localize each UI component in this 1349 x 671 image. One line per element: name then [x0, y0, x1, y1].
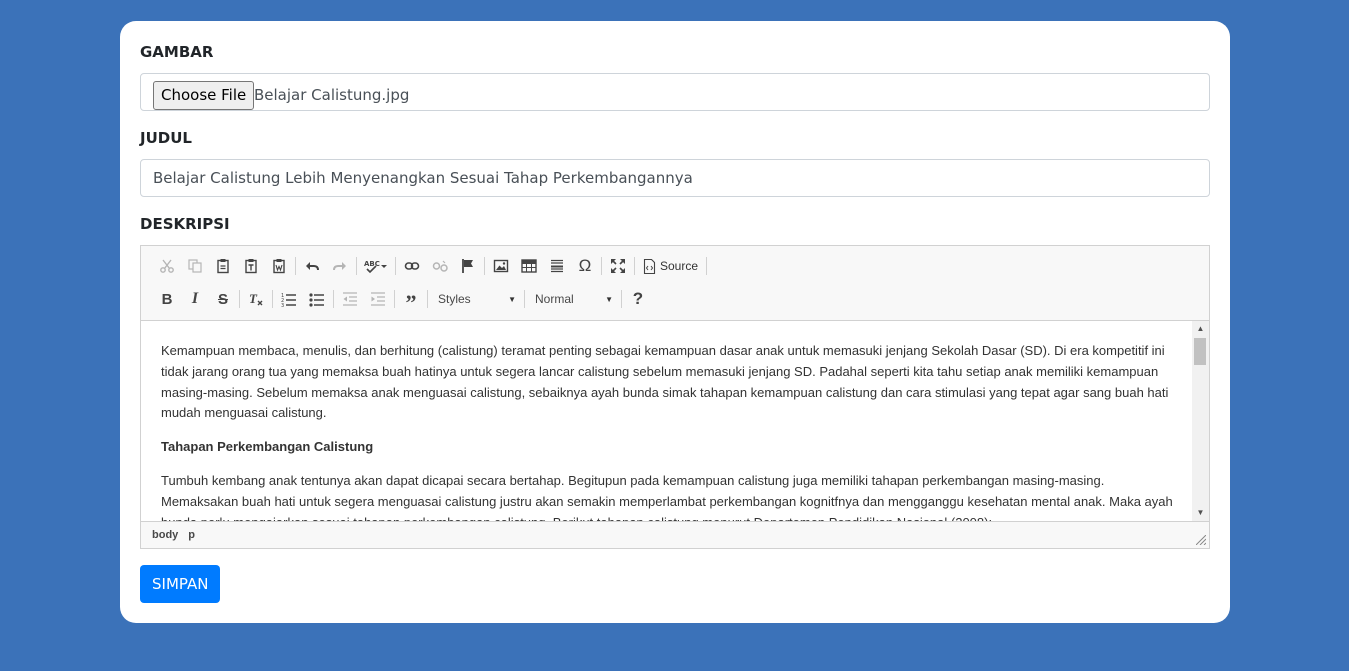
scrollbar-thumb[interactable] — [1194, 338, 1206, 365]
styles-label: Styles — [438, 292, 471, 306]
resize-handle-icon[interactable] — [1196, 535, 1206, 545]
editor-content[interactable]: Kemampuan membaca, menulis, dan berhitun… — [141, 321, 1193, 521]
toolbar-separator — [634, 257, 635, 275]
choose-file-button[interactable]: Choose File — [153, 81, 255, 110]
paste-icon[interactable] — [209, 253, 237, 279]
toolbar-separator — [395, 257, 396, 275]
toolbar-separator — [524, 290, 525, 308]
chevron-down-icon: ▼ — [508, 294, 516, 304]
increase-indent-icon[interactable] — [364, 286, 392, 312]
blockquote-icon[interactable]: ” — [397, 286, 425, 315]
toolbar-separator — [706, 257, 708, 275]
undo-icon[interactable] — [298, 253, 326, 279]
rich-text-editor: ABC Ω Source B I S T 1 2 3 ” Styles ▼ No… — [140, 245, 1210, 549]
remove-format-icon[interactable]: T — [242, 286, 270, 312]
italic-icon[interactable]: I — [181, 286, 209, 312]
toolbar-separator — [394, 290, 395, 308]
decrease-indent-icon[interactable] — [336, 286, 364, 312]
help-icon[interactable]: ? — [624, 286, 652, 312]
paste-word-icon[interactable] — [265, 253, 293, 279]
bold-icon[interactable]: B — [153, 286, 181, 312]
format-label: Normal — [535, 292, 574, 306]
toolbar-separator — [239, 290, 240, 308]
judul-input[interactable] — [141, 160, 1209, 196]
cut-icon[interactable] — [153, 253, 181, 279]
toolbar-separator — [601, 257, 602, 275]
chevron-down-icon: ▼ — [605, 294, 613, 304]
toolbar-separator — [272, 290, 273, 308]
format-dropdown[interactable]: Normal ▼ — [527, 287, 619, 311]
editor-toolbar: ABC Ω Source B I S T 1 2 3 ” Styles ▼ No… — [141, 246, 1209, 321]
source-label: Source — [660, 259, 699, 273]
bulleted-list-icon[interactable] — [303, 286, 331, 312]
table-icon[interactable] — [515, 253, 543, 279]
file-input[interactable]: Choose File Belajar Calistung.jpg — [140, 73, 1210, 111]
spellcheck-icon[interactable]: ABC — [359, 253, 393, 279]
toolbar-separator — [356, 257, 357, 275]
numbered-list-icon[interactable]: 123 — [275, 286, 303, 312]
paste-text-icon[interactable] — [237, 253, 265, 279]
link-icon[interactable] — [398, 253, 426, 279]
simpan-button[interactable]: SIMPAN — [140, 565, 221, 603]
toolbar-separator — [295, 257, 296, 275]
content-heading: Tahapan Perkembangan Calistung — [161, 439, 374, 455]
scroll-up-arrow-icon[interactable]: ▲ — [1192, 321, 1209, 337]
path-item-body[interactable]: body — [152, 522, 178, 548]
source-icon — [643, 258, 656, 274]
toolbar-separator — [484, 257, 485, 275]
unlink-icon[interactable] — [426, 253, 454, 279]
toolbar-separator — [621, 290, 622, 308]
file-name: Belajar Calistung.jpg — [254, 86, 410, 104]
gambar-label: GAMBAR — [140, 43, 214, 61]
svg-text:T: T — [249, 291, 258, 306]
element-path: body p — [152, 522, 195, 548]
strikethrough-icon[interactable]: S — [209, 286, 237, 312]
scroll-down-arrow-icon[interactable]: ▼ — [1192, 505, 1209, 521]
source-button[interactable]: Source — [637, 253, 704, 279]
toolbar-separator — [427, 290, 428, 308]
path-item-p[interactable]: p — [188, 522, 195, 548]
redo-icon[interactable] — [326, 253, 354, 279]
toolbar-separator — [333, 290, 334, 308]
image-icon[interactable] — [487, 253, 515, 279]
content-paragraph: Kemampuan membaca, menulis, dan berhitun… — [161, 343, 1169, 421]
svg-text:3: 3 — [281, 303, 284, 307]
copy-icon[interactable] — [181, 253, 209, 279]
toolbar-row-2: B I S T 123 ” Styles ▼ Normal ▼ ? — [153, 286, 652, 315]
maximize-icon[interactable] — [604, 253, 632, 279]
form-card: GAMBAR Choose File Belajar Calistung.jpg… — [120, 21, 1230, 623]
deskripsi-label: DESKRIPSI — [140, 215, 230, 233]
special-char-omega-icon[interactable]: Ω — [571, 253, 599, 279]
anchor-flag-icon[interactable] — [454, 253, 482, 279]
styles-dropdown[interactable]: Styles ▼ — [430, 287, 522, 311]
content-paragraph: Tumbuh kembang anak tentunya akan dapat … — [161, 472, 1173, 521]
horizontal-rule-icon[interactable] — [543, 253, 571, 279]
editor-statusbar: body p — [141, 521, 1209, 548]
judul-field — [140, 159, 1210, 197]
toolbar-row-1: ABC Ω Source — [153, 253, 709, 279]
editor-scrollbar[interactable]: ▲ ▼ — [1192, 321, 1209, 521]
judul-label: JUDUL — [140, 129, 192, 147]
svg-text:ABC: ABC — [364, 260, 380, 268]
